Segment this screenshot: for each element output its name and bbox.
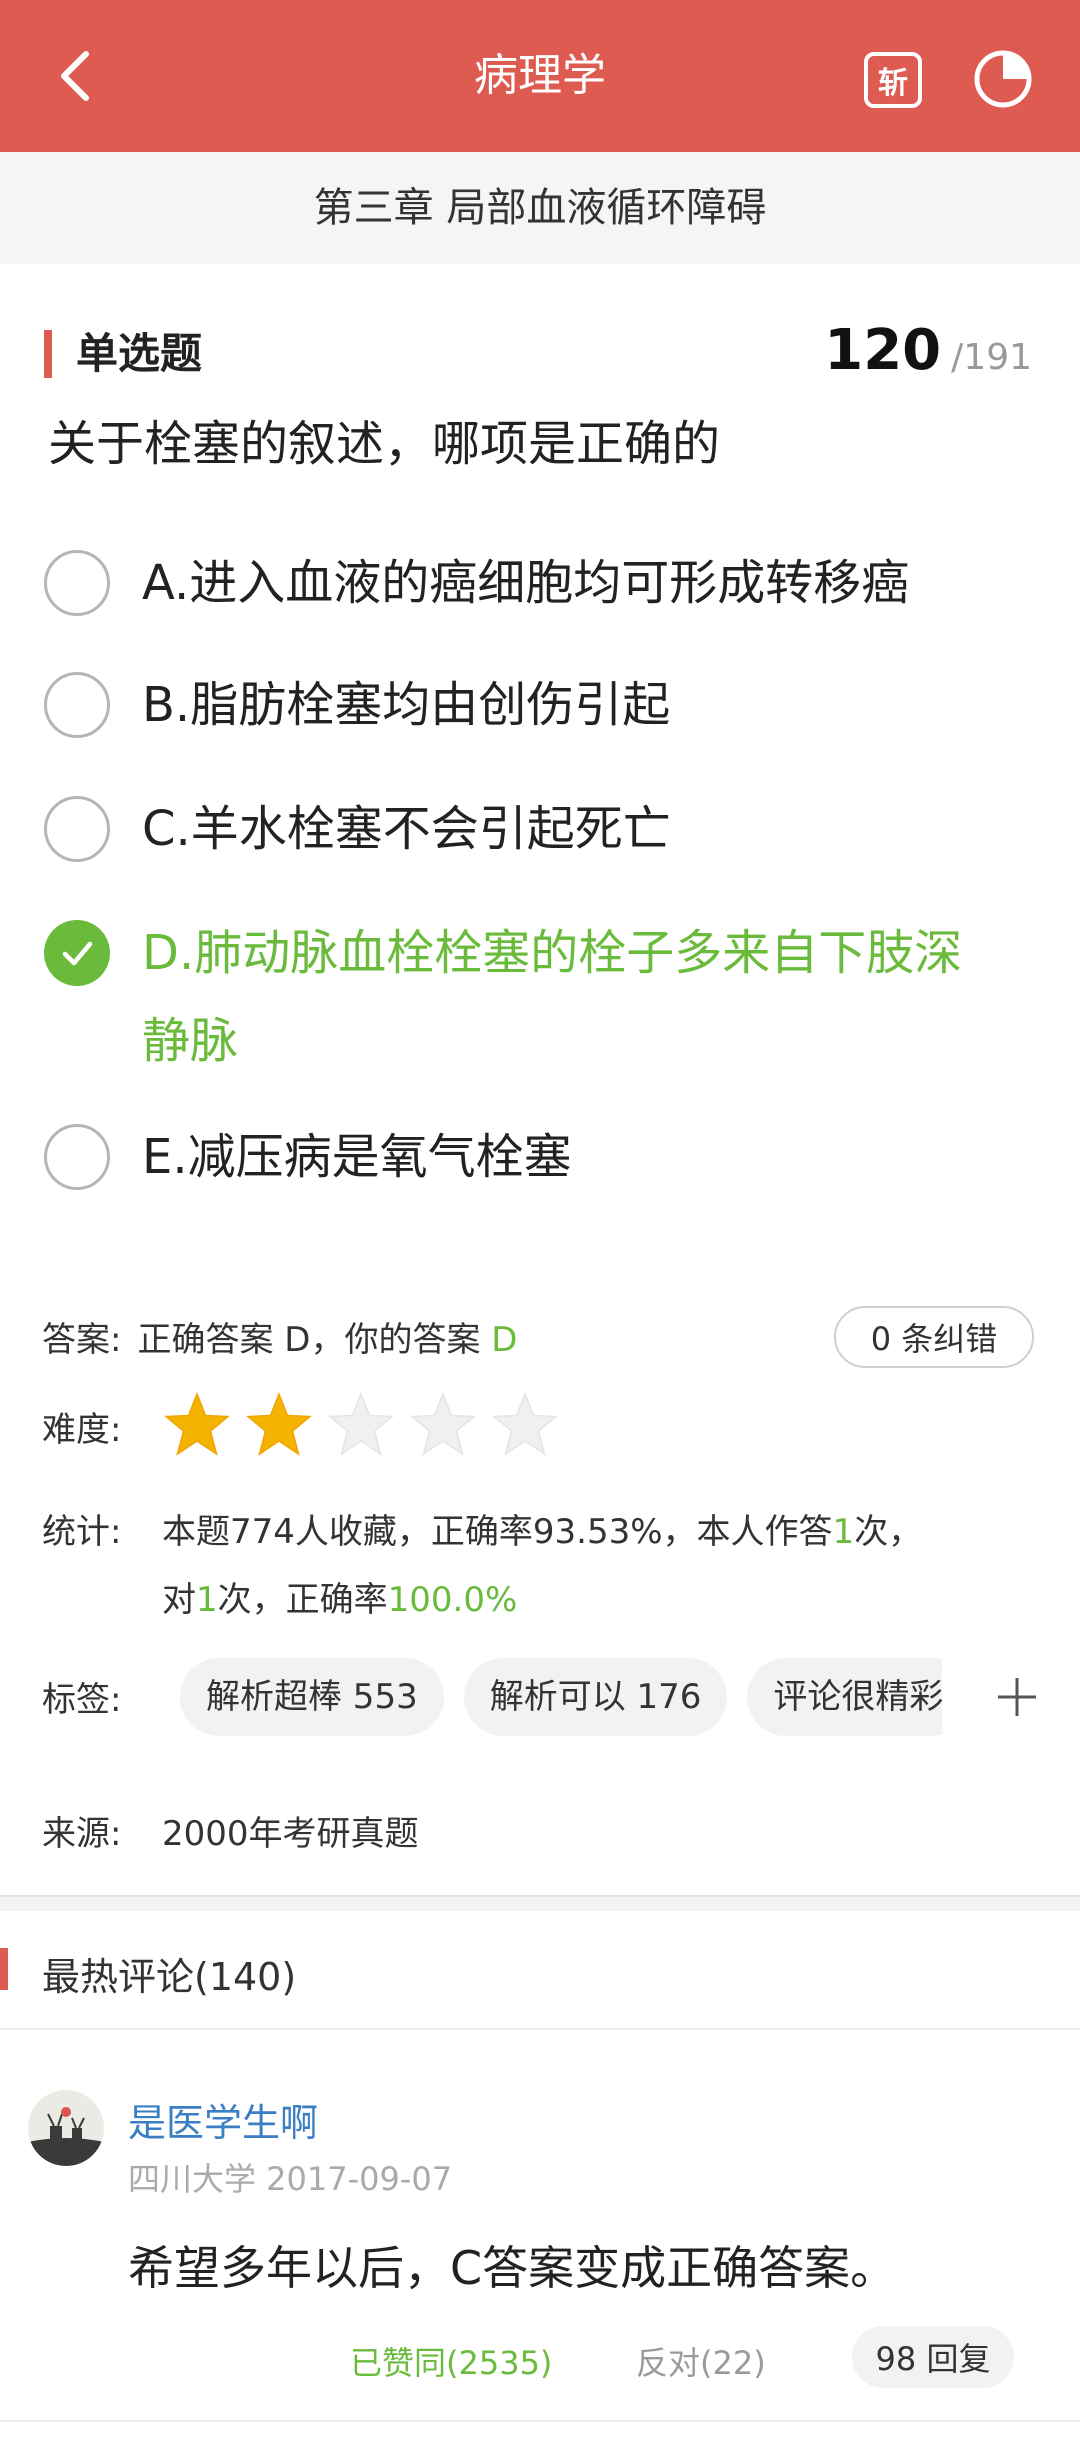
deer-avatar-icon <box>28 2107 104 2166</box>
corrections-button[interactable]: 0 条纠错 <box>834 1306 1034 1368</box>
avatar[interactable] <box>28 2090 104 2166</box>
stats-label: 统计: <box>42 1512 122 1552</box>
agree-button[interactable]: 已赞同(2535) <box>350 2338 552 2384</box>
section-divider <box>0 1895 1080 1911</box>
answer-label: 答案: <box>42 1320 122 1360</box>
source-value: 2000年考研真题 <box>162 1814 419 1854</box>
difficulty-stars <box>162 1390 572 1460</box>
star-filled-icon <box>246 1391 312 1456</box>
radio-icon <box>44 672 110 738</box>
question-counter: 120/191 <box>824 318 1032 383</box>
tag-chip[interactable]: 评论很精彩 <box>747 1658 942 1736</box>
star-empty-icon <box>410 1391 476 1456</box>
comments-marker <box>0 1948 8 1990</box>
chapter-title: 第三章 局部血液循环障碍 <box>0 152 1080 264</box>
stats-text: 本题774人收藏，正确率93.53%，本人作答 <box>162 1512 833 1552</box>
question-type: 单选题 <box>76 329 203 378</box>
back-button[interactable] <box>40 40 112 112</box>
option-c[interactable]: C.羊水栓塞不会引起死亡 <box>44 796 1034 873</box>
option-b[interactable]: B.脂肪栓塞均由创伤引起 <box>44 672 1034 749</box>
radio-icon <box>44 796 110 862</box>
reply-button[interactable]: 98 回复 <box>852 2326 1014 2388</box>
comments-title: 最热评论(140) <box>42 1955 297 1999</box>
tag-chip[interactable]: 解析可以 176 <box>463 1658 728 1736</box>
stats-attempts: 1 <box>832 1512 855 1552</box>
oppose-button[interactable]: 反对(22) <box>636 2338 766 2384</box>
pie-timer-icon <box>974 50 1032 108</box>
radio-icon <box>44 1124 110 1190</box>
stats-accuracy: 100.0% <box>387 1580 518 1620</box>
option-label: E.减压病是氧气栓塞 <box>142 1129 572 1185</box>
option-label: A.进入血液的癌细胞均可形成转移癌 <box>142 555 910 611</box>
difficulty-label: 难度: <box>42 1410 122 1450</box>
option-label: C.羊水栓塞不会引起死亡 <box>142 801 671 857</box>
comment-username[interactable]: 是医学生啊 <box>128 2092 318 2147</box>
add-tag-button[interactable] <box>990 1670 1044 1724</box>
option-label-line2: 静脉 <box>142 1013 239 1069</box>
stats-line-2: 对1次，正确率100.0% <box>162 1572 517 1621</box>
timer-button[interactable] <box>970 46 1036 112</box>
option-label-line1: D.肺动脉血栓栓塞的栓子多来自下肢深 <box>142 925 963 981</box>
star-empty-icon <box>492 1391 558 1456</box>
question-total: /191 <box>951 337 1032 378</box>
chevron-left-icon <box>61 51 89 101</box>
source-label: 来源: <box>42 1814 122 1854</box>
tags-label: 标签: <box>42 1680 122 1720</box>
check-circle-icon <box>44 920 110 986</box>
option-d[interactable]: D.肺动脉血栓栓塞的栓子多来自下肢深 静脉 <box>44 920 1034 1085</box>
top-bar: 病理学 斩 <box>0 0 1080 152</box>
stats-text: 次，正确率 <box>217 1580 388 1620</box>
stats-correct-count: 1 <box>196 1580 218 1620</box>
question-stem: 关于栓塞的叙述，哪项是正确的 <box>48 416 721 472</box>
question-type-marker <box>44 330 52 378</box>
divider <box>0 2420 1080 2422</box>
option-label: D.肺动脉血栓栓塞的栓子多来自下肢深 静脉 <box>142 909 962 1085</box>
question-current: 120 <box>824 318 942 383</box>
answer-text: 正确答案 D，你的答案 <box>137 1320 492 1360</box>
stats-line-1: 本题774人收藏，正确率93.53%，本人作答1次， <box>162 1504 922 1553</box>
option-a[interactable]: A.进入血液的癌细胞均可形成转移癌 <box>44 550 1034 627</box>
tag-list: 解析超棒 553 解析可以 176 评论很精彩 <box>180 1658 942 1736</box>
option-label: B.脂肪栓塞均由创伤引起 <box>142 677 671 733</box>
slash-icon[interactable]: 斩 <box>864 52 922 108</box>
option-e[interactable]: E.减压病是氧气栓塞 <box>44 1124 1034 1201</box>
plus-icon <box>998 1678 1036 1716</box>
comment-body: 希望多年以后，C答案变成正确答案。 <box>128 2241 897 2295</box>
user-answer: D <box>491 1320 518 1360</box>
tag-chip[interactable]: 解析超棒 553 <box>180 1658 444 1736</box>
radio-icon <box>44 550 110 616</box>
stats-text: 次， <box>854 1512 923 1552</box>
answer-line: 答案: 正确答案 D，你的答案 D <box>42 1312 517 1361</box>
slash-icon-text: 斩 <box>878 66 908 101</box>
stats-text: 对 <box>162 1580 196 1620</box>
comment-meta: 四川大学 2017-09-07 <box>128 2160 453 2198</box>
star-empty-icon <box>328 1391 394 1456</box>
star-filled-icon <box>164 1391 230 1456</box>
divider <box>0 2028 1080 2030</box>
